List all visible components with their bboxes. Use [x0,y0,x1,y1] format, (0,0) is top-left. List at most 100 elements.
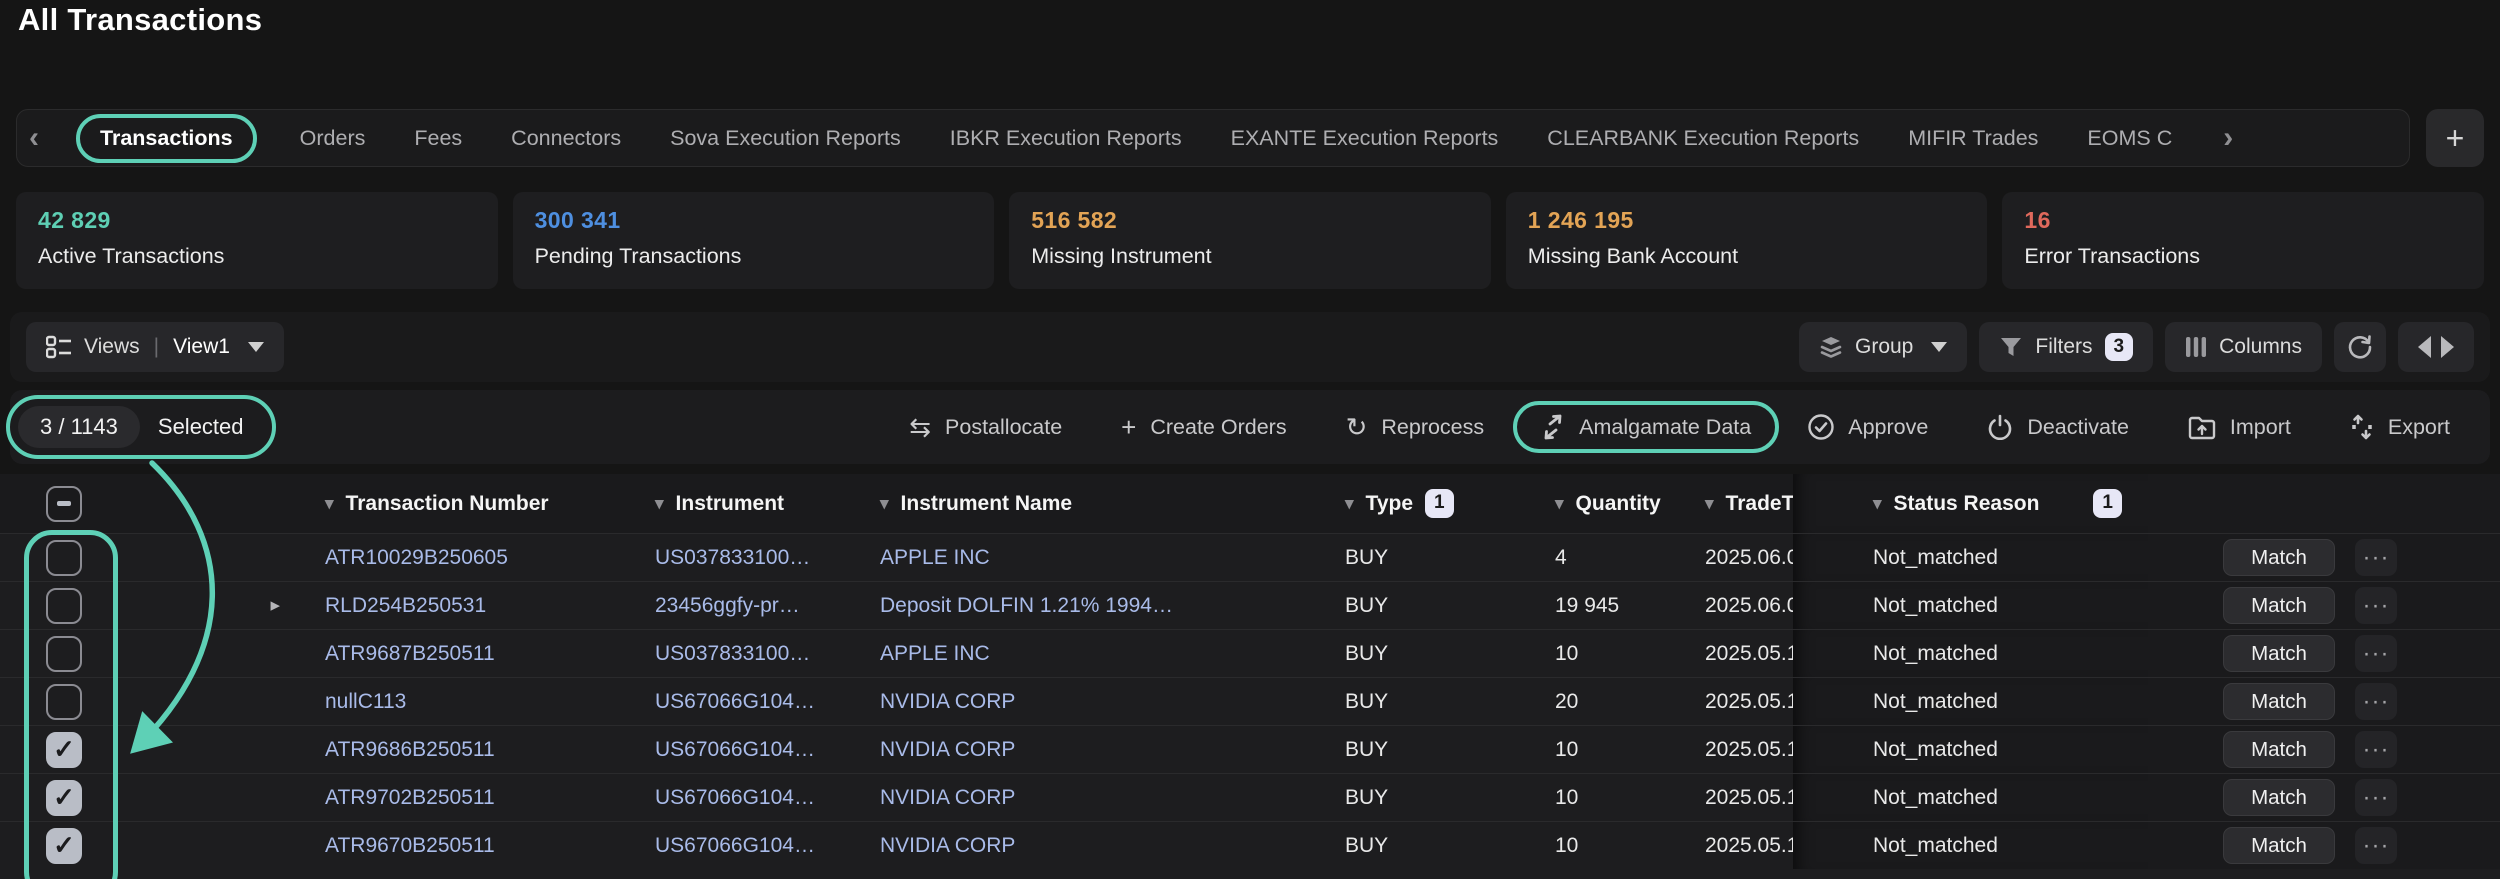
instrument-link[interactable]: US67066G104… [620,774,845,821]
bulk-actions-toolbar: 3 / 1143 Selected ⇆ Postallocate + Creat… [10,390,2490,464]
match-button[interactable]: Match [2223,731,2335,768]
more-options-button[interactable]: ··· [2355,587,2397,624]
tab-exante-execution-reports[interactable]: EXANTE Execution Reports [1231,126,1499,151]
instrument-name-link[interactable]: NVIDIA CORP [845,726,1310,773]
selection-label: Selected [158,414,244,440]
stat-label: Pending Transactions [535,244,973,269]
match-button[interactable]: Match [2223,779,2335,816]
match-button[interactable]: Match [2223,827,2335,864]
transaction-number-link[interactable]: RLD254B250531 [290,582,620,629]
row-checkbox[interactable]: ✓ [46,828,82,864]
column-header-status-reason[interactable]: ▾Status Reason1 [1793,474,2148,533]
row-checkbox[interactable]: ✓ [46,540,82,576]
tab-mifir-trades[interactable]: MIFIR Trades [1908,126,2038,151]
row-checkbox[interactable]: ✓ [46,684,82,720]
match-button[interactable]: Match [2223,539,2335,576]
deactivate-button[interactable]: Deactivate [1981,413,2135,441]
checkbox-cell: ✓ [0,630,130,677]
type-cell: BUY [1310,630,1520,677]
prev-next-pager-button[interactable] [2398,322,2474,372]
column-header-type[interactable]: ▾Type1 [1310,474,1520,533]
columns-button[interactable]: Columns [2165,322,2322,372]
tab-eoms[interactable]: EOMS C [2087,126,2172,151]
more-cell: ··· [2335,630,2500,677]
sort-caret-icon[interactable]: ▾ [1705,494,1714,514]
filters-button[interactable]: Filters 3 [1979,322,2153,372]
reprocess-button[interactable]: ↻ Reprocess [1340,413,1491,441]
tab-transactions[interactable]: Transactions [76,114,257,163]
instrument-name-link[interactable]: NVIDIA CORP [845,822,1310,869]
tab-sova-execution-reports[interactable]: Sova Execution Reports [670,126,901,151]
more-options-button[interactable]: ··· [2355,731,2397,768]
row-checkbox[interactable]: ✓ [46,780,82,816]
row-checkbox[interactable]: ✓ [46,732,82,768]
instrument-name-link[interactable]: Deposit DOLFIN 1.21% 1994… [845,582,1310,629]
row-checkbox[interactable]: ✓ [46,588,82,624]
sort-caret-icon[interactable]: ▾ [1345,494,1354,514]
instrument-link[interactable]: US037833100… [620,534,845,581]
postallocate-button[interactable]: ⇆ Postallocate [903,413,1068,441]
instrument-name-link[interactable]: APPLE INC [845,630,1310,677]
instrument-name-link[interactable]: APPLE INC [845,534,1310,581]
column-header-tradetime[interactable]: ▾TradeTim [1670,474,1793,533]
more-options-button[interactable]: ··· [2355,827,2397,864]
instrument-link[interactable]: US67066G104… [620,726,845,773]
more-options-button[interactable]: ··· [2355,779,2397,816]
sort-caret-icon[interactable]: ▾ [1873,494,1882,514]
swap-arrows-icon: ⇆ [909,414,931,440]
add-tab-button[interactable]: + [2426,109,2484,167]
column-header-instrument[interactable]: ▾Instrument [620,474,845,533]
match-button[interactable]: Match [2223,683,2335,720]
tab-orders[interactable]: Orders [300,126,366,151]
approve-button[interactable]: Approve [1802,413,1934,441]
transaction-number-link[interactable]: nullC113 [290,678,620,725]
transaction-number-link[interactable]: ATR10029B250605 [290,534,620,581]
instrument-link[interactable]: 23456ggfy-pr… [620,582,845,629]
export-button[interactable]: Export [2344,413,2456,441]
expand-row-icon[interactable]: ▸ [270,594,280,617]
match-button[interactable]: Match [2223,635,2335,672]
match-button[interactable]: Match [2223,587,2335,624]
scroll-right-icon[interactable]: › [2221,123,2235,153]
instrument-link[interactable]: US67066G104… [620,822,845,869]
scroll-left-icon[interactable]: ‹ [27,123,41,153]
status-reason-cell: Not_matched [1793,822,2148,869]
tab-ibkr-execution-reports[interactable]: IBKR Execution Reports [950,126,1182,151]
tab-fees[interactable]: Fees [414,126,462,151]
sort-caret-icon[interactable]: ▾ [655,494,664,514]
sort-caret-icon[interactable]: ▾ [880,494,889,514]
sort-caret-icon[interactable]: ▾ [325,494,334,514]
transaction-number-link[interactable]: ATR9702B250511 [290,774,620,821]
row-checkbox[interactable]: ✓ [46,636,82,672]
columns-label: Columns [2219,335,2302,359]
column-header-quantity[interactable]: ▾Quantity [1520,474,1670,533]
refresh-button[interactable] [2334,322,2386,372]
instrument-name-link[interactable]: NVIDIA CORP [845,678,1310,725]
views-dropdown-button[interactable]: Views | View1 [26,322,284,372]
more-options-button[interactable]: ··· [2355,683,2397,720]
tab-clearbank-execution-reports[interactable]: CLEARBANK Execution Reports [1547,126,1859,151]
sort-caret-icon[interactable]: ▾ [1555,494,1564,514]
approve-check-circle-icon [1808,414,1834,440]
stat-label: Missing Instrument [1031,244,1469,269]
instrument-link[interactable]: US037833100… [620,630,845,677]
more-options-button[interactable]: ··· [2355,539,2397,576]
more-options-button[interactable]: ··· [2355,635,2397,672]
create-orders-button[interactable]: + Create Orders [1115,413,1292,441]
stat-cards: 42 829 Active Transactions 300 341 Pendi… [16,192,2484,289]
filter-funnel-icon [1999,335,2023,359]
import-button[interactable]: Import [2182,413,2297,441]
group-button[interactable]: Group [1799,322,1967,372]
chevron-down-icon [1931,342,1947,352]
transaction-number-link[interactable]: ATR9687B250511 [290,630,620,677]
match-cell: Match [2148,678,2335,725]
tab-connectors[interactable]: Connectors [511,126,621,151]
column-header-instrument-name[interactable]: ▾Instrument Name [845,474,1310,533]
amalgamate-data-button[interactable]: Amalgamate Data [1513,401,1779,453]
transaction-number-link[interactable]: ATR9686B250511 [290,726,620,773]
instrument-link[interactable]: US67066G104… [620,678,845,725]
column-header-transaction-number[interactable]: ▾Transaction Number [290,474,620,533]
instrument-name-link[interactable]: NVIDIA CORP [845,774,1310,821]
transaction-number-link[interactable]: ATR9670B250511 [290,822,620,869]
select-all-checkbox[interactable] [46,486,82,522]
